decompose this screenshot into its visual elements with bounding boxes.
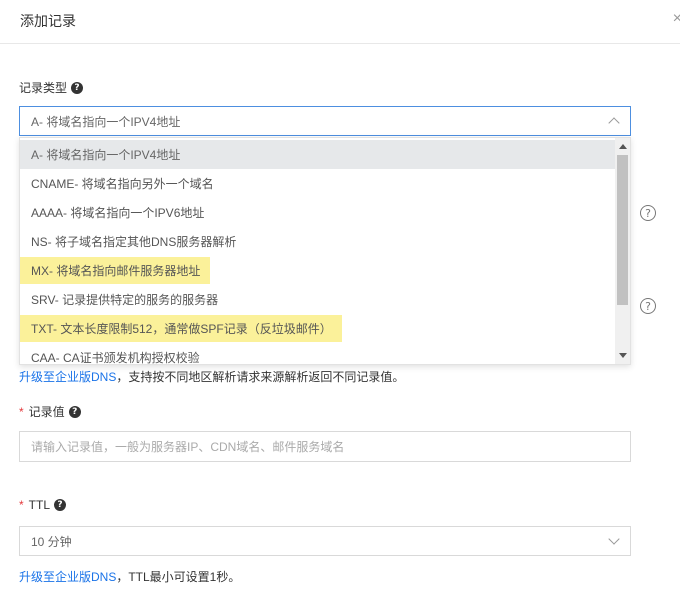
ttl-label-text: TTL — [28, 498, 51, 512]
chevron-down-icon — [608, 533, 620, 545]
option-srv[interactable]: SRV- 记录提供特定的服务的服务器 — [20, 285, 616, 314]
question-icon[interactable]: ? — [54, 499, 67, 511]
option-label-highlighted: TXT- 文本长度限制512，通常做SPF记录（反垃圾邮件） — [20, 315, 342, 342]
upgrade-dns-link[interactable]: 升级至企业版DNS — [19, 370, 116, 384]
record-value-label: * 记录值 ? — [19, 403, 81, 420]
required-mark: * — [19, 404, 24, 419]
option-txt[interactable]: TXT- 文本长度限制512，通常做SPF记录（反垃圾邮件） — [20, 314, 616, 343]
chevron-up-icon — [608, 117, 620, 129]
ttl-value: 10 分钟 — [31, 534, 72, 549]
close-icon[interactable]: × — [673, 10, 680, 28]
record-type-dropdown: A- 将域名指向一个IPV4地址 CNAME- 将域名指向另外一个域名 AAAA… — [19, 137, 631, 365]
line-hint-text: ，支持按不同地区解析请求来源解析返回不同记录值。 — [116, 370, 405, 384]
weight-help-icon[interactable]: ? — [640, 298, 656, 314]
scroll-up-icon[interactable] — [619, 144, 627, 149]
dialog-header: 添加记录 × — [0, 0, 680, 44]
required-mark: * — [19, 498, 24, 512]
ttl-label: * TTL ? — [19, 498, 67, 512]
option-label: CAA- CA证书颁发机构授权校验 — [31, 351, 200, 365]
scroll-thumb[interactable] — [617, 155, 628, 305]
option-label: CNAME- 将域名指向另外一个域名 — [31, 177, 214, 191]
option-a[interactable]: A- 将域名指向一个IPV4地址 — [20, 140, 616, 169]
option-mx[interactable]: MX- 将域名指向邮件服务器地址 — [20, 256, 616, 285]
option-aaaa[interactable]: AAAA- 将域名指向一个IPV6地址 — [20, 198, 616, 227]
option-label: AAAA- 将域名指向一个IPV6地址 — [31, 206, 205, 220]
option-caa[interactable]: CAA- CA证书颁发机构授权校验 — [20, 343, 616, 365]
dropdown-scrollbar[interactable] — [615, 138, 630, 364]
scroll-down-icon[interactable] — [619, 353, 627, 358]
line-help-icon[interactable]: ? — [640, 205, 656, 221]
record-value-input[interactable] — [19, 431, 631, 462]
option-ns[interactable]: NS- 将子域名指定其他DNS服务器解析 — [20, 227, 616, 256]
dialog-title: 添加记录 — [20, 13, 76, 29]
ttl-hint: 升级至企业版DNS，TTL最小可设置1秒。 — [19, 568, 240, 585]
option-label-highlighted: MX- 将域名指向邮件服务器地址 — [20, 257, 211, 284]
record-type-value: A- 将域名指向一个IPV4地址 — [31, 114, 181, 129]
option-label: SRV- 记录提供特定的服务的服务器 — [31, 293, 219, 307]
question-icon[interactable]: ? — [68, 405, 81, 418]
record-type-label: 记录类型 ? — [19, 79, 84, 96]
upgrade-dns-link[interactable]: 升级至企业版DNS — [19, 570, 116, 584]
ttl-select[interactable]: 10 分钟 — [19, 526, 631, 556]
option-label: NS- 将子域名指定其他DNS服务器解析 — [31, 235, 237, 249]
line-hint: 升级至企业版DNS，支持按不同地区解析请求来源解析返回不同记录值。 — [19, 368, 404, 385]
option-cname[interactable]: CNAME- 将域名指向另外一个域名 — [20, 169, 616, 198]
record-type-label-text: 记录类型 — [19, 81, 68, 95]
record-value-label-text: 记录值 — [28, 405, 65, 419]
question-icon[interactable]: ? — [71, 81, 84, 94]
record-type-select[interactable]: A- 将域名指向一个IPV4地址 — [19, 106, 631, 136]
option-label: A- 将域名指向一个IPV4地址 — [31, 148, 181, 162]
ttl-hint-text: ，TTL最小可设置1秒。 — [116, 570, 241, 584]
